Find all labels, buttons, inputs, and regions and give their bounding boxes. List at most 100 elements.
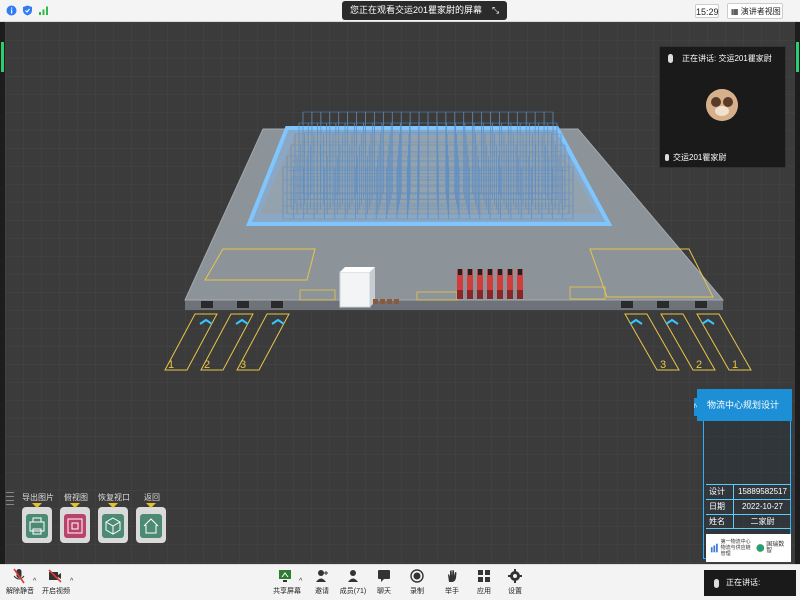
back-tool[interactable]: 返回 xyxy=(136,492,168,543)
share-screen-label: 共享屏幕 xyxy=(273,588,301,595)
start-video-label: 开启视频 xyxy=(42,588,70,595)
tool-label: 返回 xyxy=(144,493,160,502)
project-info-table: 设计 15889582517 日期 2022-10-27 姓名 二家尉 xyxy=(706,484,791,529)
camera-off-icon xyxy=(48,569,62,583)
forklift xyxy=(487,269,493,299)
settings-button[interactable]: 设置 xyxy=(505,568,525,596)
lane-number: 2 xyxy=(204,359,210,371)
apps-grid-icon xyxy=(478,570,490,582)
top-view-icon xyxy=(64,514,86,538)
panel-drag-handle[interactable] xyxy=(6,489,14,509)
share-screen-icon xyxy=(279,570,291,582)
members-icon xyxy=(348,570,358,582)
invite-label: 邀请 xyxy=(315,588,329,595)
logo-strip: 第一物流中心 物流与供应链管理 国瑞数智 xyxy=(706,534,791,562)
info-key: 日期 xyxy=(706,500,734,514)
logistics-logo-icon xyxy=(710,543,718,553)
printer-icon xyxy=(26,514,48,538)
home-icon xyxy=(140,514,162,538)
members-button[interactable]: 成员(71) xyxy=(339,568,367,596)
lane-number: 1 xyxy=(168,359,174,371)
active-speaker-panel: 正在讲话: 交运201瞿家尉 交运201瞿家尉 xyxy=(659,46,786,168)
screen-share-banner[interactable]: 您正在观看交运201瞿家尉的屏幕 ⤡ xyxy=(342,1,508,20)
forklift xyxy=(497,269,503,299)
view-mode-label: 演讲者视图 xyxy=(740,7,781,16)
exit-fullscreen-icon[interactable]: ⤡ xyxy=(492,5,499,15)
lane-number: 3 xyxy=(240,359,246,371)
chevron-up-icon[interactable]: ^ xyxy=(33,578,36,585)
info-row: 姓名 二家尉 xyxy=(706,514,791,529)
record-button[interactable]: 录制 xyxy=(407,568,427,596)
speaking-now-label: 正在讲话: xyxy=(726,578,761,587)
share-screen-button[interactable]: 共享屏幕 xyxy=(273,568,301,596)
participant-name: 交运201瞿家尉 xyxy=(673,153,727,162)
chevron-up-icon[interactable]: ^ xyxy=(299,578,302,585)
microphone-icon xyxy=(668,54,673,63)
logo-right-text: 国瑞数智 xyxy=(766,542,785,554)
top-view-tool[interactable]: 俯视图 xyxy=(60,492,92,543)
forklift xyxy=(477,269,483,299)
export-image-tool[interactable]: 导出图片 xyxy=(22,492,54,543)
apps-label: 应用 xyxy=(477,588,491,595)
info-value: 2022-10-27 xyxy=(742,502,783,511)
chevron-up-icon[interactable]: ^ xyxy=(70,578,73,585)
lane-number: 2 xyxy=(696,359,702,371)
view-mode-button[interactable]: ▦ 演讲者视图 ▼ xyxy=(727,3,783,32)
project-title: 物流中心规划设计 xyxy=(697,389,792,421)
cube-icon xyxy=(102,514,124,538)
microphone-icon xyxy=(665,154,669,161)
unmute-label: 解除静音 xyxy=(6,588,34,595)
invite-user-icon xyxy=(316,570,328,582)
info-key: 设计 xyxy=(706,485,734,499)
tool-label: 俯视图 xyxy=(64,493,88,502)
hand-icon xyxy=(448,570,457,582)
participant-name-tag: 交运201瞿家尉 xyxy=(663,152,726,164)
lane-number: 1 xyxy=(732,359,738,371)
record-label: 录制 xyxy=(410,588,424,595)
forklift xyxy=(507,269,513,299)
forklift xyxy=(467,269,473,299)
tool-label: 导出图片 xyxy=(22,493,54,502)
gear-icon xyxy=(508,569,522,583)
shield-icon[interactable] xyxy=(22,5,33,16)
viewport-right-edge xyxy=(795,22,800,564)
share-banner-text: 您正在观看交运201瞿家尉的屏幕 xyxy=(350,5,483,15)
info-key: 姓名 xyxy=(706,515,734,528)
logo-left-text: 第一物流中心 物流与供应链管理 xyxy=(720,539,751,557)
avatar xyxy=(706,89,738,121)
tool-label: 恢复视口 xyxy=(98,493,130,502)
record-icon xyxy=(410,569,424,583)
microphone-icon xyxy=(714,579,719,588)
info-value: 15889582517 xyxy=(738,487,787,496)
brand-logo-icon xyxy=(756,544,764,552)
lane-number: 3 xyxy=(660,359,666,371)
grid-view-icon: ▦ xyxy=(731,7,739,16)
forklift xyxy=(457,269,463,299)
reset-viewport-tool[interactable]: 恢复视口 xyxy=(98,492,130,543)
apps-button[interactable]: 应用 xyxy=(474,568,494,596)
info-icon[interactable] xyxy=(6,5,17,16)
unmute-button[interactable]: 解除静音 xyxy=(6,568,34,596)
info-row: 设计 15889582517 xyxy=(706,484,791,499)
speaking-indicator: 正在讲话: xyxy=(704,570,796,596)
members-label: 成员(71) xyxy=(339,588,367,595)
invite-button[interactable]: 邀请 xyxy=(312,568,332,596)
forklift xyxy=(517,269,523,299)
chat-button[interactable]: 聊天 xyxy=(374,568,394,596)
chat-icon xyxy=(378,570,390,582)
meeting-topbar: 您正在观看交运201瞿家尉的屏幕 ⤡ 15:29 ▦ 演讲者视图 ▼ xyxy=(0,0,800,32)
meeting-toolbar: 解除静音 ^ 开启视频 ^ 共享屏幕 ^ 邀请 成员(71) 聊天 录制 举手 … xyxy=(0,564,800,600)
start-video-button[interactable]: 开启视频 xyxy=(42,568,70,596)
office-block xyxy=(339,271,371,308)
speaker-header: 正在讲话: 交运201瞿家尉 xyxy=(660,47,785,71)
microphone-muted-icon xyxy=(13,568,25,584)
platform-edge xyxy=(185,300,723,310)
speaking-label: 正在讲话: 交运201瞿家尉 xyxy=(682,54,772,63)
raise-hand-button[interactable]: 举手 xyxy=(442,568,462,596)
raise-hand-label: 举手 xyxy=(445,588,459,595)
info-row: 日期 2022-10-27 xyxy=(706,499,791,514)
settings-label: 设置 xyxy=(508,588,522,595)
signal-icon[interactable] xyxy=(38,5,49,16)
meeting-clock: 15:29 xyxy=(695,4,719,18)
chat-label: 聊天 xyxy=(377,588,391,595)
